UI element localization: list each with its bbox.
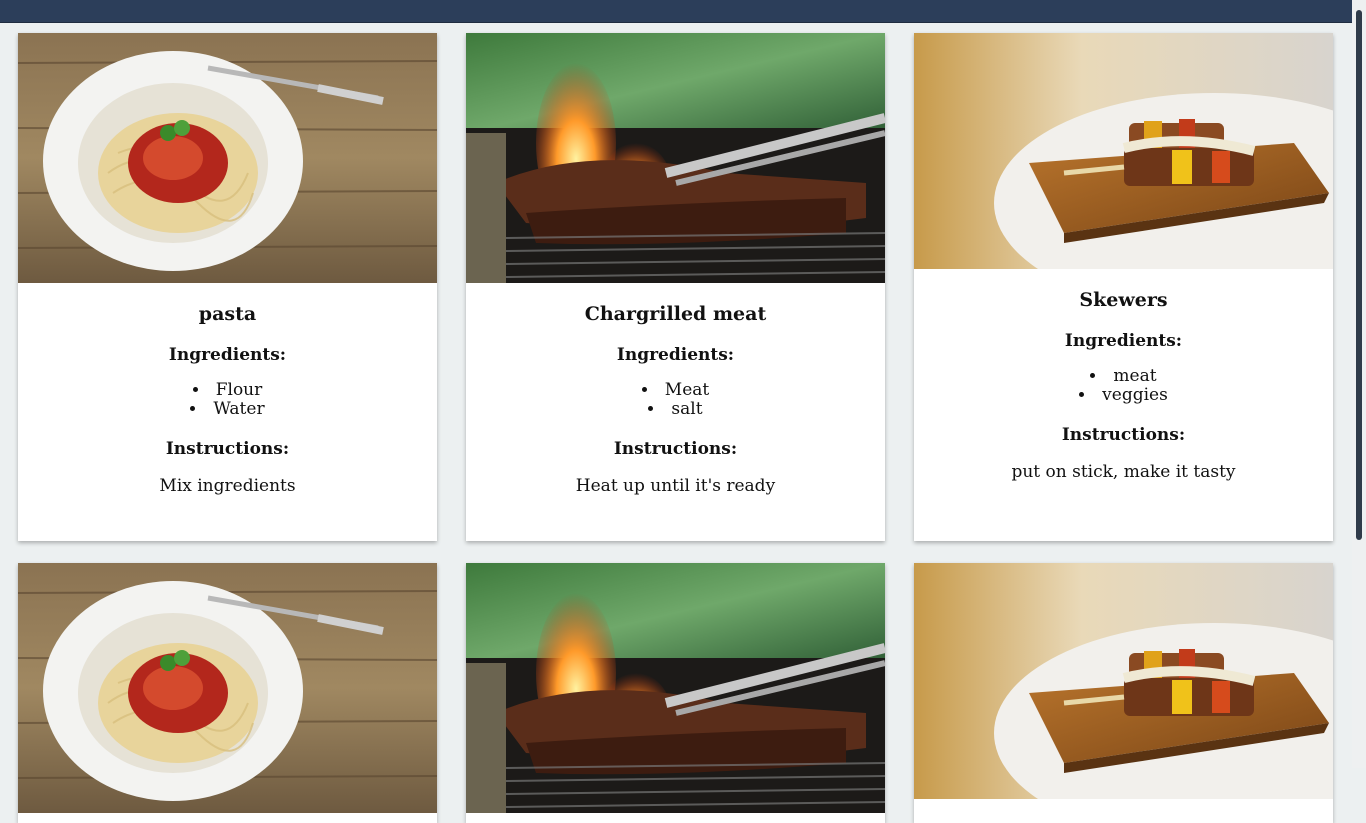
recipe-card-skewers[interactable]: [914, 563, 1333, 823]
ingredients-list: Flour Water: [18, 381, 437, 419]
recipe-title: pasta: [198, 303, 257, 325]
ingredients-heading: Ingredients:: [1064, 331, 1183, 351]
recipe-title: Skewers: [1079, 289, 1168, 311]
instructions-heading: Instructions:: [613, 439, 738, 459]
instructions-heading: Instructions:: [1061, 425, 1186, 445]
recipe-card-pasta[interactable]: [18, 563, 437, 823]
ingredient-item: meat: [914, 367, 1333, 386]
ingredient-item: Meat: [466, 381, 885, 400]
ingredients-heading: Ingredients:: [616, 345, 735, 365]
recipe-card-chargrilled-meat[interactable]: Chargrilled meat Ingredients: Meat salt …: [466, 33, 885, 541]
instructions-text: Mix ingredients: [159, 476, 296, 496]
ingredients-list: Meat salt: [466, 381, 885, 419]
recipe-card-pasta[interactable]: pasta Ingredients: Flour Water Instructi…: [18, 33, 437, 541]
skewers-photo: [914, 563, 1333, 799]
skewers-photo: [914, 33, 1333, 269]
ingredients-list: meat veggies: [914, 367, 1333, 405]
recipe-title: Chargrilled meat: [584, 303, 767, 325]
instructions-heading: Instructions:: [165, 439, 290, 459]
instructions-text: put on stick, make it tasty: [1011, 462, 1236, 482]
grill-photo: [466, 33, 885, 283]
instructions-text: Heat up until it's ready: [575, 476, 776, 496]
ingredient-item: salt: [466, 400, 885, 419]
vertical-scrollbar[interactable]: [1352, 0, 1366, 768]
grill-photo: [466, 563, 885, 813]
ingredient-item: Water: [18, 400, 437, 419]
scrollbar-thumb[interactable]: [1356, 10, 1362, 540]
recipe-card-chargrilled-meat[interactable]: [466, 563, 885, 823]
recipe-card-skewers[interactable]: Skewers Ingredients: meat veggies Instru…: [914, 33, 1333, 541]
pasta-photo: [18, 563, 437, 813]
ingredient-item: veggies: [914, 386, 1333, 405]
ingredient-item: Flour: [18, 381, 437, 400]
top-nav-bar: [0, 0, 1366, 23]
ingredients-heading: Ingredients:: [168, 345, 287, 365]
pasta-photo: [18, 33, 437, 283]
